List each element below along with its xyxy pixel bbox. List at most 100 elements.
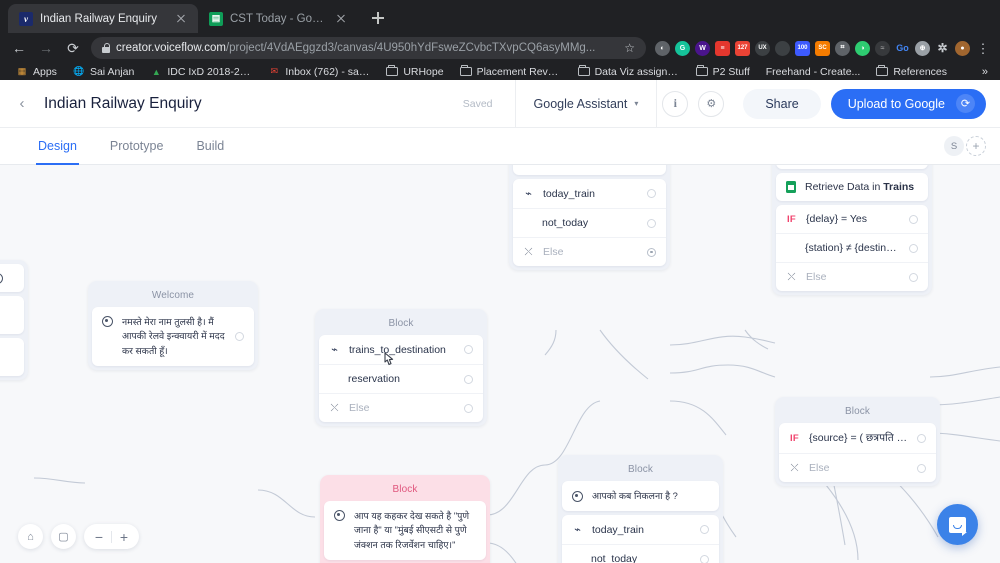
row[interactable]: IF {delay} = Yes bbox=[776, 205, 928, 233]
tab-prototype[interactable]: Prototype bbox=[110, 128, 164, 165]
bookmark-urhope[interactable]: URHope bbox=[378, 66, 451, 78]
row[interactable]: IF {source} = ( छत्रपति शिवाजी म... bbox=[779, 423, 936, 453]
avatar[interactable]: S bbox=[944, 136, 964, 156]
figma-extension-icon[interactable]: ⌗ bbox=[835, 41, 850, 56]
port[interactable] bbox=[235, 332, 244, 341]
zoom-in-button[interactable]: + bbox=[112, 524, 136, 549]
bookmark-sai-anjan[interactable]: 🌐 Sai Anjan bbox=[65, 66, 142, 78]
preview-icon[interactable]: ▢ bbox=[51, 524, 76, 549]
ux-extension-icon[interactable]: UX bbox=[755, 41, 770, 56]
refresh-icon[interactable]: ⟳ bbox=[956, 94, 975, 113]
bookmark-label: URHope bbox=[403, 66, 443, 78]
row[interactable]: ⤬ Else bbox=[513, 237, 666, 266]
calendar-extension-icon[interactable]: 127 bbox=[735, 41, 750, 56]
back-to-projects-button[interactable]: ‹ bbox=[0, 80, 44, 128]
port[interactable] bbox=[647, 219, 656, 228]
row[interactable]: ⤬ Else bbox=[779, 453, 936, 482]
score-100-extension-icon[interactable]: 100 bbox=[795, 41, 810, 56]
bookmark-freehand[interactable]: Freehand - Create... bbox=[758, 66, 869, 78]
flow-canvas[interactable]: ⌁ today_train not_today ⤬ Else bbox=[0, 165, 1000, 563]
row[interactable]: ⌁ today_train bbox=[513, 179, 666, 208]
row[interactable]: not_today bbox=[513, 208, 666, 237]
evernote-extension-icon[interactable]: ≡ bbox=[715, 41, 730, 56]
collaborators: S + bbox=[944, 136, 1000, 156]
google-translate-extension-icon[interactable]: Go bbox=[895, 41, 910, 56]
share-button[interactable]: Share bbox=[743, 89, 820, 119]
browser-tab-inactive[interactable]: ▤ CST Today - Google Sheets bbox=[198, 4, 358, 33]
wappalyzer-extension-icon[interactable]: W bbox=[695, 41, 710, 56]
close-icon[interactable] bbox=[333, 11, 349, 27]
row[interactable]: ⌁ trains_to_destination bbox=[319, 335, 483, 364]
row[interactable]: {station} ≠ {destination} bbox=[776, 233, 928, 262]
bookmarks-overflow-icon[interactable]: » bbox=[982, 66, 992, 78]
info-button[interactable]: i bbox=[662, 91, 688, 117]
port[interactable] bbox=[647, 189, 656, 198]
node-retrieve-data[interactable]: Retrieve Data in Trains IF {delay} = Yes… bbox=[772, 165, 932, 295]
upload-to-google-button[interactable]: Upload to Google ⟳ bbox=[831, 89, 986, 119]
row[interactable]: ⤬ Else bbox=[319, 393, 483, 422]
bookmark-data-viz[interactable]: Data Viz assignme... bbox=[570, 66, 688, 78]
port[interactable] bbox=[464, 404, 473, 413]
bookmark-references[interactable]: References bbox=[868, 66, 955, 78]
bookmark-idc-ixd[interactable]: ▲ IDC IxD 2018-20 -... bbox=[142, 66, 260, 78]
close-icon[interactable] bbox=[173, 11, 189, 27]
port[interactable] bbox=[464, 375, 473, 384]
port[interactable] bbox=[917, 464, 926, 473]
speech-text: आप यह कहकर देख सकते है "पुणे जाना है" या… bbox=[354, 509, 476, 552]
shuffle-icon: ⤬ bbox=[786, 272, 797, 283]
new-tab-button[interactable] bbox=[364, 4, 392, 32]
bookmark-p2-stuff[interactable]: P2 Stuff bbox=[688, 66, 758, 78]
dark-reader-extension-icon[interactable]: ◐ bbox=[655, 41, 670, 56]
tab-build[interactable]: Build bbox=[196, 128, 224, 165]
port[interactable] bbox=[909, 244, 918, 253]
port[interactable] bbox=[700, 555, 709, 563]
color-picker-extension-icon[interactable]: ◑ bbox=[855, 41, 870, 56]
zoom-out-button[interactable]: − bbox=[87, 524, 111, 549]
bookmark-star-icon[interactable]: ☆ bbox=[624, 41, 635, 55]
reload-icon[interactable]: ⟳ bbox=[61, 36, 85, 60]
grammarly-extension-icon[interactable]: G bbox=[675, 41, 690, 56]
bookmark-placement-revamp[interactable]: Placement Revamp bbox=[452, 66, 570, 78]
blank-extension-icon[interactable] bbox=[775, 41, 790, 56]
port[interactable] bbox=[647, 248, 656, 257]
port[interactable] bbox=[909, 273, 918, 282]
tab-design[interactable]: Design bbox=[38, 128, 77, 165]
bookmark-inbox[interactable]: ✉ Inbox (762) - saia... bbox=[260, 66, 378, 78]
port[interactable] bbox=[917, 434, 926, 443]
profile-avatar[interactable]: ● bbox=[955, 41, 970, 56]
port[interactable] bbox=[700, 525, 709, 534]
browser-tab-active[interactable]: v Indian Railway Enquiry bbox=[8, 4, 198, 33]
intercom-messenger-button[interactable] bbox=[937, 504, 978, 545]
faded-extension-icon[interactable]: ≈ bbox=[875, 41, 890, 56]
row-speak[interactable]: आपको कब निकलना है ? bbox=[562, 481, 719, 511]
back-icon[interactable]: ← bbox=[7, 36, 31, 60]
row[interactable]: not_today bbox=[562, 544, 719, 563]
gear-icon[interactable]: ⚙ bbox=[698, 91, 724, 117]
globe-extension-icon[interactable]: ⊕ bbox=[915, 41, 930, 56]
row[interactable]: ⌁ today_train bbox=[562, 515, 719, 544]
row[interactable]: reservation bbox=[319, 364, 483, 393]
port[interactable] bbox=[909, 215, 918, 224]
node-today-train-top[interactable]: ⌁ today_train not_today ⤬ Else bbox=[509, 165, 670, 270]
node-block-source[interactable]: Block IF {source} = ( छत्रपति शिवाजी म..… bbox=[775, 397, 940, 486]
assistant-selector[interactable]: Google Assistant ▾ bbox=[516, 97, 657, 111]
row-speak[interactable]: नमस्ते मेरा नाम तुलसी है। मैं आपकी रेलवे… bbox=[92, 307, 254, 366]
row-speak[interactable]: आप यह कहकर देख सकते है "पुणे जाना है" या… bbox=[324, 501, 486, 560]
browser-menu-icon[interactable]: ⋮ bbox=[975, 43, 991, 54]
sc-extension-icon[interactable]: SC bbox=[815, 41, 830, 56]
puzzle-extensions-icon[interactable]: ✲ bbox=[935, 41, 950, 56]
row-retrieve-data[interactable]: Retrieve Data in Trains bbox=[776, 173, 928, 201]
node-block-hint[interactable]: Block आप यह कहकर देख सकते है "पुणे जाना … bbox=[320, 475, 490, 563]
node-block-departure[interactable]: Block आपको कब निकलना है ? ⌁ today_train … bbox=[558, 455, 723, 563]
port[interactable] bbox=[464, 345, 473, 354]
node-block-intents[interactable]: Block ⌁ trains_to_destination reservatio… bbox=[315, 309, 487, 426]
add-collaborator-button[interactable]: + bbox=[966, 136, 986, 156]
row[interactable] bbox=[0, 264, 24, 292]
node-welcome[interactable]: Welcome नमस्ते मेरा नाम तुलसी है। मैं आप… bbox=[88, 281, 258, 370]
home-icon[interactable]: ⌂ bbox=[18, 524, 43, 549]
address-bar[interactable]: creator.voiceflow.com/project/4VdAEggzd3… bbox=[91, 37, 646, 59]
row-label: Else bbox=[806, 271, 900, 283]
bookmark-apps[interactable]: ▦ Apps bbox=[8, 66, 65, 78]
row[interactable]: ⤬ Else bbox=[776, 262, 928, 291]
node-partial-left[interactable] bbox=[0, 260, 28, 380]
